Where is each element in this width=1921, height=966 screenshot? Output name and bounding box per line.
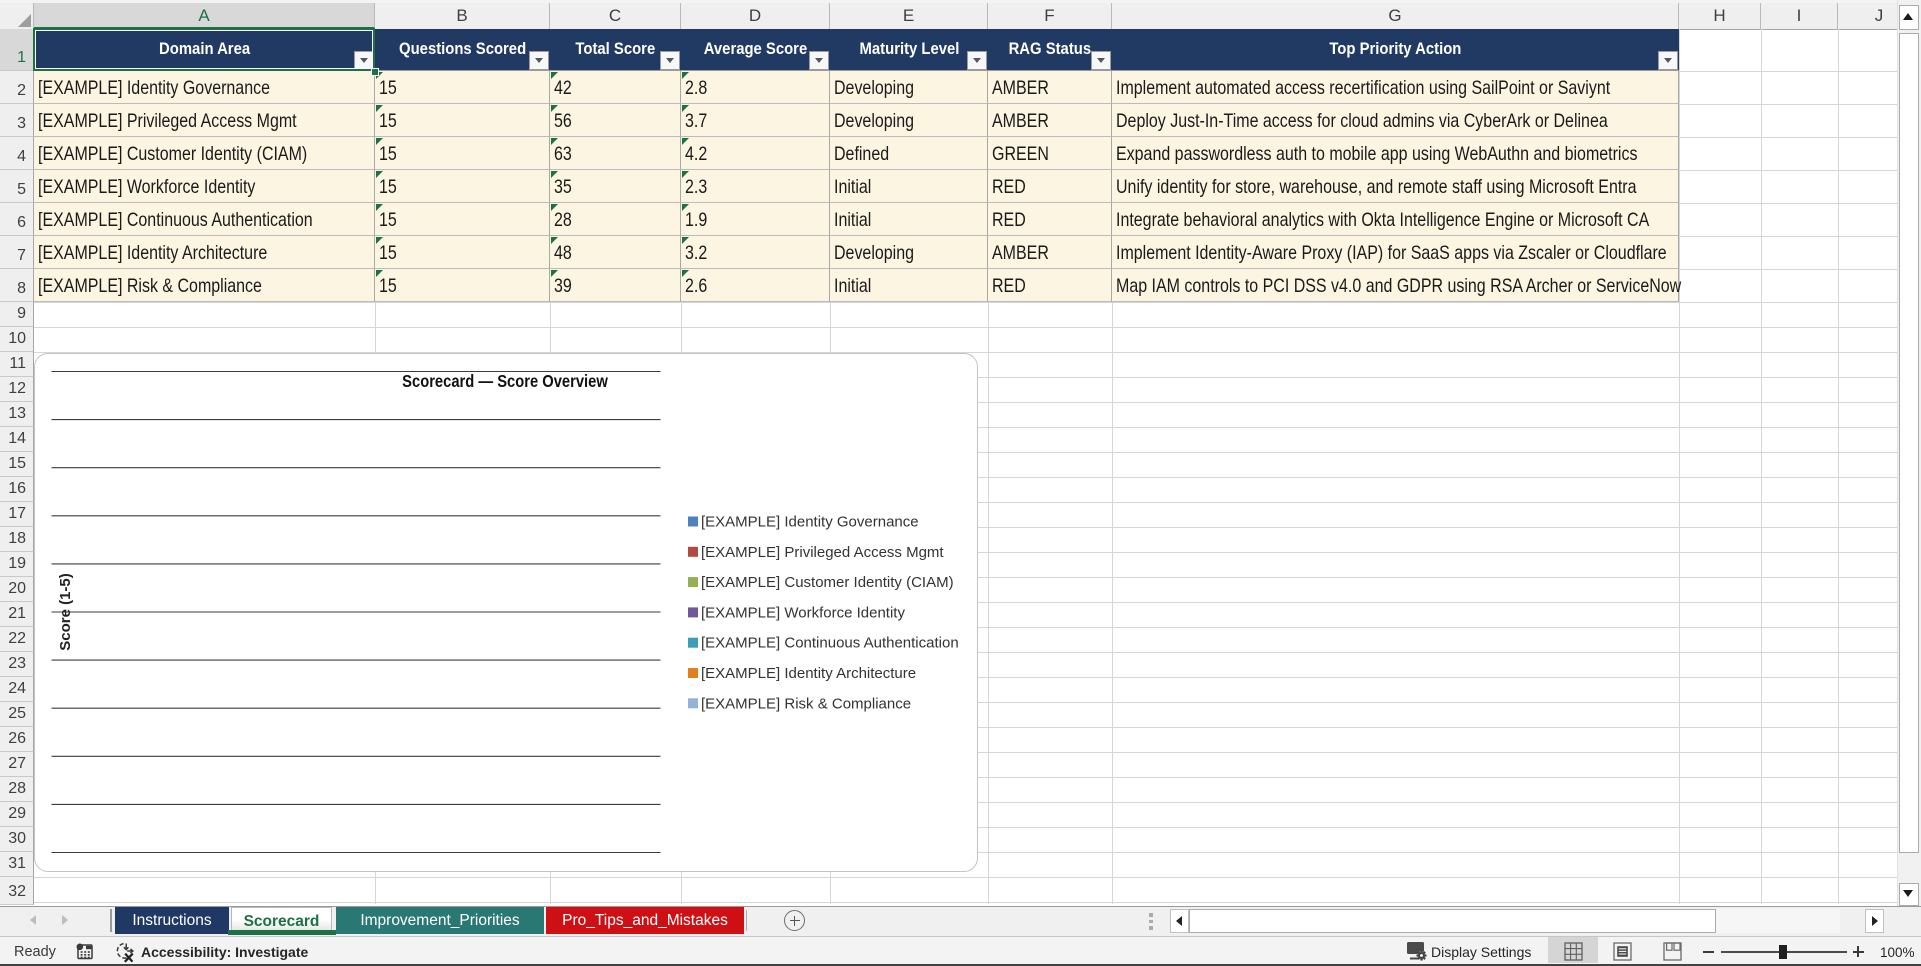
svg-text:[EXAMPLE] Risk & Compliance: [EXAMPLE] Risk & Compliance <box>701 695 911 712</box>
svg-text:Scorecard — Score Overview: Scorecard — Score Overview <box>402 372 608 392</box>
svg-text:[EXAMPLE] Customer Identity (C: [EXAMPLE] Customer Identity (CIAM) <box>701 574 954 591</box>
svg-text:[EXAMPLE] Workforce Identity: [EXAMPLE] Workforce Identity <box>701 604 905 621</box>
svg-text:[EXAMPLE] Continuous Authentic: [EXAMPLE] Continuous Authentication <box>701 635 959 652</box>
svg-text:[EXAMPLE] Identity Governance: [EXAMPLE] Identity Governance <box>701 514 919 531</box>
svg-text:[EXAMPLE] Identity Architectur: [EXAMPLE] Identity Architecture <box>701 665 916 682</box>
svg-text:[EXAMPLE] Privileged Access Mg: [EXAMPLE] Privileged Access Mgmt <box>701 544 944 561</box>
svg-text:Score (1-5): Score (1-5) <box>57 573 74 651</box>
